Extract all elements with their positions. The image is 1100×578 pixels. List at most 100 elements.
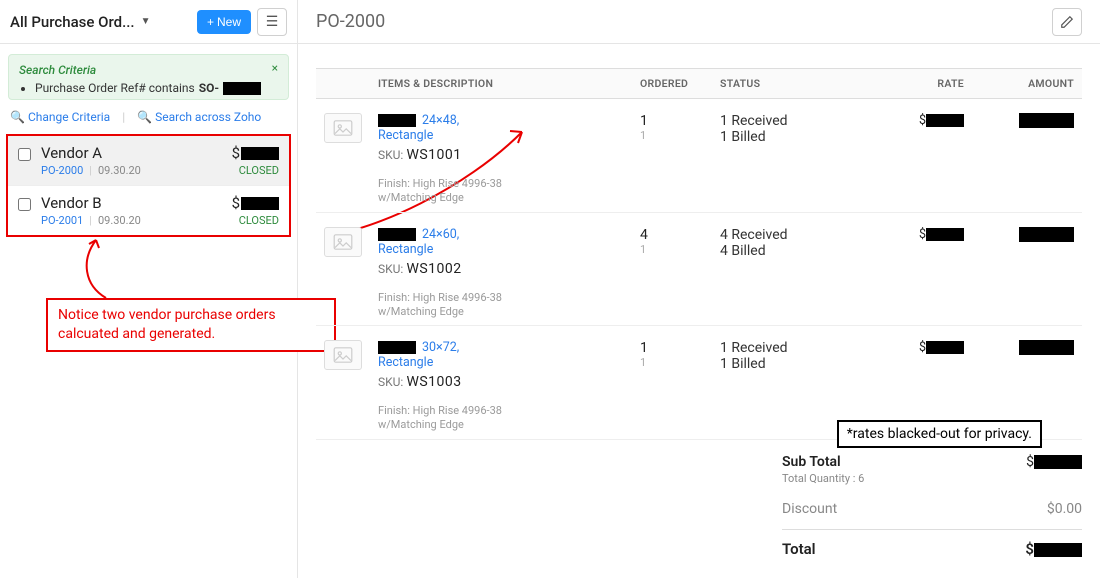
rate-value: $ bbox=[862, 99, 972, 213]
po-vendor: Vendor B bbox=[41, 194, 222, 212]
col-amount: Amount bbox=[972, 69, 1082, 99]
search-criteria-title: Search Criteria bbox=[19, 63, 278, 77]
col-ordered: Ordered bbox=[632, 69, 712, 99]
item-link[interactable]: Rectangle bbox=[378, 355, 624, 370]
status-billed: 1 Billed bbox=[720, 356, 854, 372]
redacted bbox=[1034, 543, 1082, 557]
view-dropdown-label: All Purchase Ord... bbox=[10, 13, 135, 31]
sku-label: SKU: bbox=[378, 148, 403, 162]
pencil-icon bbox=[1060, 15, 1074, 29]
close-icon[interactable]: × bbox=[272, 61, 278, 75]
criteria-links: 🔍 Change Criteria | 🔍 Search across Zoho bbox=[0, 110, 297, 134]
ordered-sub: 1 bbox=[640, 356, 704, 369]
line-items-table: Items & Description Ordered Status Rate … bbox=[316, 68, 1082, 440]
search-criteria-rule: Purchase Order Ref# contains SO- bbox=[35, 81, 278, 95]
po-amount: $ bbox=[232, 194, 279, 212]
total-qty: Total Quantity : 6 bbox=[782, 472, 864, 485]
right-header: PO-2000 bbox=[298, 0, 1100, 44]
sku-value: WS1003 bbox=[406, 374, 461, 390]
sku-label: SKU: bbox=[378, 262, 403, 276]
new-po-button[interactable]: + New bbox=[197, 10, 251, 34]
change-criteria-link[interactable]: 🔍 Change Criteria bbox=[10, 110, 110, 124]
po-number: PO-2000 bbox=[41, 164, 83, 177]
subtotal-label: Sub Total bbox=[782, 454, 841, 470]
amount-value bbox=[972, 99, 1082, 213]
ordered-qty: 1 bbox=[640, 113, 704, 129]
item-link[interactable]: 30×72, bbox=[422, 340, 459, 355]
view-dropdown[interactable]: All Purchase Ord... ▼ bbox=[10, 13, 191, 31]
discount-label: Discount bbox=[782, 501, 837, 517]
sku-value: WS1001 bbox=[406, 147, 461, 163]
item-link[interactable]: 24×60, bbox=[422, 227, 459, 242]
po-row[interactable]: Vendor B PO-2001 | 09.30.20 $ CLOSED bbox=[8, 186, 289, 235]
ordered-sub: 1 bbox=[640, 129, 704, 142]
plus-icon: + bbox=[207, 15, 214, 29]
page-title: PO-2000 bbox=[316, 11, 1052, 32]
redacted bbox=[1034, 455, 1082, 469]
status-received: 4 Received bbox=[720, 227, 854, 243]
amount-value bbox=[972, 212, 1082, 326]
item-link[interactable]: 24×48, bbox=[422, 113, 459, 128]
po-row[interactable]: Vendor A PO-2000 | 09.30.20 $ CLOSED bbox=[8, 136, 289, 186]
redacted bbox=[378, 228, 416, 241]
rate-value: $ bbox=[862, 212, 972, 326]
po-date: 09.30.20 bbox=[98, 164, 141, 177]
caret-down-icon: ▼ bbox=[141, 16, 151, 27]
po-status: CLOSED bbox=[232, 164, 279, 177]
search-zoho-link[interactable]: 🔍 Search across Zoho bbox=[137, 110, 261, 124]
col-rate: Rate bbox=[862, 69, 972, 99]
redacted bbox=[1019, 227, 1074, 242]
redacted bbox=[378, 114, 416, 127]
image-placeholder-icon bbox=[324, 113, 362, 143]
po-detail-panel: PO-2000 Items & Description Ordered Stat… bbox=[298, 0, 1100, 578]
po-amount: $ bbox=[232, 144, 279, 162]
new-po-button-label: New bbox=[217, 15, 241, 29]
po-status: CLOSED bbox=[232, 214, 279, 227]
redacted bbox=[926, 114, 964, 127]
po-row-checkbox[interactable] bbox=[18, 198, 31, 211]
finish-text: Finish: High Rise 4996-38 w/Matching Edg… bbox=[378, 404, 558, 433]
annotation-callout: Notice two vendor purchase orders calcua… bbox=[46, 298, 336, 352]
privacy-note: *rates blacked-out for privacy. bbox=[837, 420, 1042, 448]
search-icon: 🔍 bbox=[137, 110, 152, 124]
total-label: Total bbox=[782, 540, 816, 558]
item-link[interactable]: Rectangle bbox=[378, 242, 624, 257]
search-icon: 🔍 bbox=[10, 110, 25, 124]
image-placeholder-icon bbox=[324, 340, 362, 370]
finish-text: Finish: High Rise 4996-38 w/Matching Edg… bbox=[378, 177, 558, 206]
redacted bbox=[223, 82, 261, 95]
status-billed: 1 Billed bbox=[720, 129, 854, 145]
redacted bbox=[926, 228, 964, 241]
list-menu-button[interactable]: ☰ bbox=[257, 8, 287, 36]
redacted bbox=[926, 341, 964, 354]
po-list: Vendor A PO-2000 | 09.30.20 $ CLOSED Ven… bbox=[6, 134, 291, 237]
po-list-panel: All Purchase Ord... ▼ + New ☰ Search Cri… bbox=[0, 0, 298, 578]
image-placeholder-icon bbox=[324, 227, 362, 257]
col-status: Status bbox=[712, 69, 862, 99]
finish-text: Finish: High Rise 4996-38 w/Matching Edg… bbox=[378, 291, 558, 320]
left-header: All Purchase Ord... ▼ + New ☰ bbox=[0, 0, 297, 44]
redacted bbox=[241, 147, 279, 160]
redacted bbox=[1019, 113, 1074, 128]
status-received: 1 Received bbox=[720, 113, 854, 129]
po-row-checkbox[interactable] bbox=[18, 148, 31, 161]
redacted bbox=[241, 197, 279, 210]
item-link[interactable]: Rectangle bbox=[378, 128, 624, 143]
col-items: Items & Description bbox=[370, 69, 632, 99]
po-date: 09.30.20 bbox=[98, 214, 141, 227]
redacted bbox=[378, 341, 416, 354]
po-vendor: Vendor A bbox=[41, 144, 222, 162]
subtotal-value: $ bbox=[1026, 454, 1082, 485]
discount-value: $0.00 bbox=[1047, 501, 1082, 517]
edit-button[interactable] bbox=[1052, 8, 1082, 36]
ordered-sub: 1 bbox=[640, 243, 704, 256]
sku-value: WS1002 bbox=[406, 261, 461, 277]
redacted bbox=[1019, 340, 1074, 355]
sku-label: SKU: bbox=[378, 375, 403, 389]
total-value: $ bbox=[1025, 540, 1082, 558]
po-number: PO-2001 bbox=[41, 214, 83, 227]
status-billed: 4 Billed bbox=[720, 243, 854, 259]
ordered-qty: 4 bbox=[640, 227, 704, 243]
hamburger-icon: ☰ bbox=[266, 13, 279, 30]
totals-block: Sub Total Total Quantity : 6 $ Discount … bbox=[316, 450, 1082, 562]
